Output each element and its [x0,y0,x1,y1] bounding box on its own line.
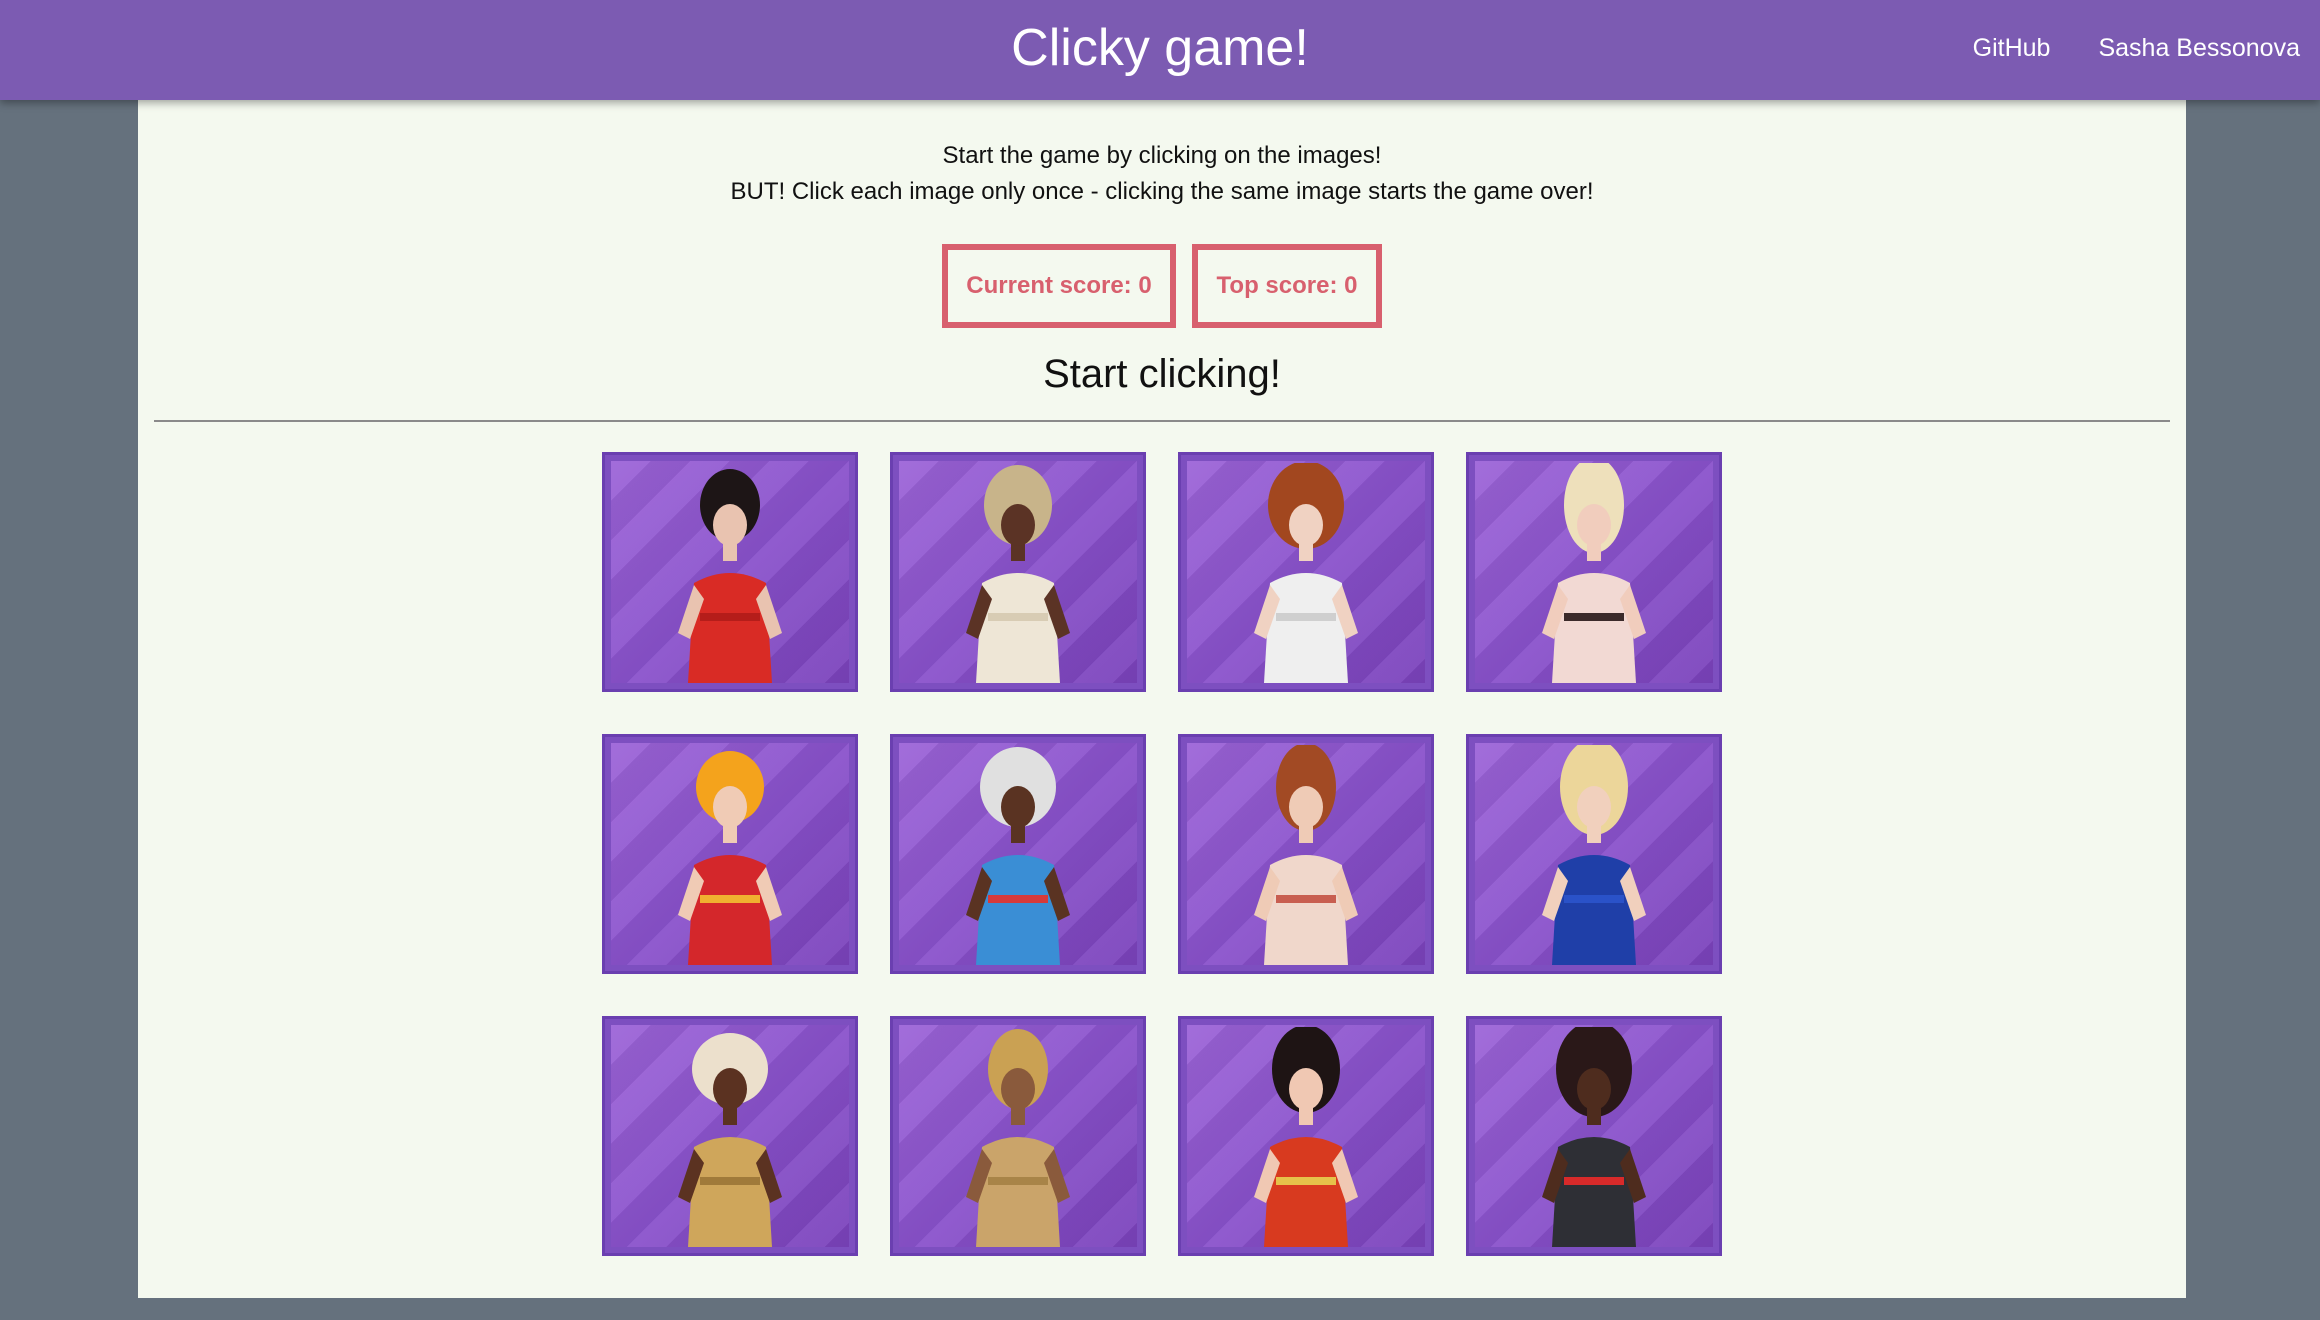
instructions: Start the game by clicking on the images… [138,138,2186,210]
image-card[interactable] [1466,452,1722,692]
status-message: Start clicking! [1043,352,1281,396]
image-card[interactable] [890,452,1146,692]
image-card-photo [899,461,1137,683]
image-card[interactable] [1178,1016,1434,1256]
image-card[interactable] [602,734,858,974]
game-panel: Start the game by clicking on the images… [138,100,2186,1298]
image-card[interactable] [1466,734,1722,974]
navbar: Clicky game! GitHub Sasha Bessonova [0,0,2320,100]
image-card-photo [611,743,849,965]
portrait-image [1254,463,1358,683]
nav-links: GitHub Sasha Bessonova [1973,0,2300,96]
image-card-photo [899,743,1137,965]
portrait-image [1254,745,1358,965]
image-card[interactable] [890,734,1146,974]
image-card[interactable] [1466,1016,1722,1256]
nav-link-author[interactable]: Sasha Bessonova [2098,34,2300,63]
image-card-photo [1187,743,1425,965]
image-card[interactable] [1178,452,1434,692]
image-card-photo [611,1025,849,1247]
image-card-photo [1187,1025,1425,1247]
scoreboard: Current score: 0 Top score: 0 [138,244,2186,328]
portrait-image [1542,1027,1646,1247]
portrait-image [1542,463,1646,683]
portrait-image [1254,1027,1358,1247]
portrait-image [966,747,1070,965]
divider [154,420,2170,422]
portrait-image [678,469,782,683]
portrait-image [966,465,1070,683]
instructions-line-2: BUT! Click each image only once - clicki… [730,178,1594,205]
current-score-badge: Current score: 0 [942,244,1176,328]
top-score-badge: Top score: 0 [1192,244,1382,328]
portrait-image [678,751,782,965]
nav-link-github[interactable]: GitHub [1973,34,2051,63]
image-card-photo [899,1025,1137,1247]
instructions-line-1: Start the game by clicking on the images… [942,142,1382,169]
image-card[interactable] [602,452,858,692]
portrait-image [678,1033,782,1247]
image-card-photo [1475,743,1713,965]
image-card[interactable] [1178,734,1434,974]
portrait-image [966,1029,1070,1247]
image-card[interactable] [602,1016,858,1256]
portrait-image [1542,745,1646,965]
image-card-photo [1475,461,1713,683]
image-grid [602,452,1726,1256]
image-card[interactable] [890,1016,1146,1256]
image-card-photo [1475,1025,1713,1247]
image-card-photo [611,461,849,683]
image-card-photo [1187,461,1425,683]
